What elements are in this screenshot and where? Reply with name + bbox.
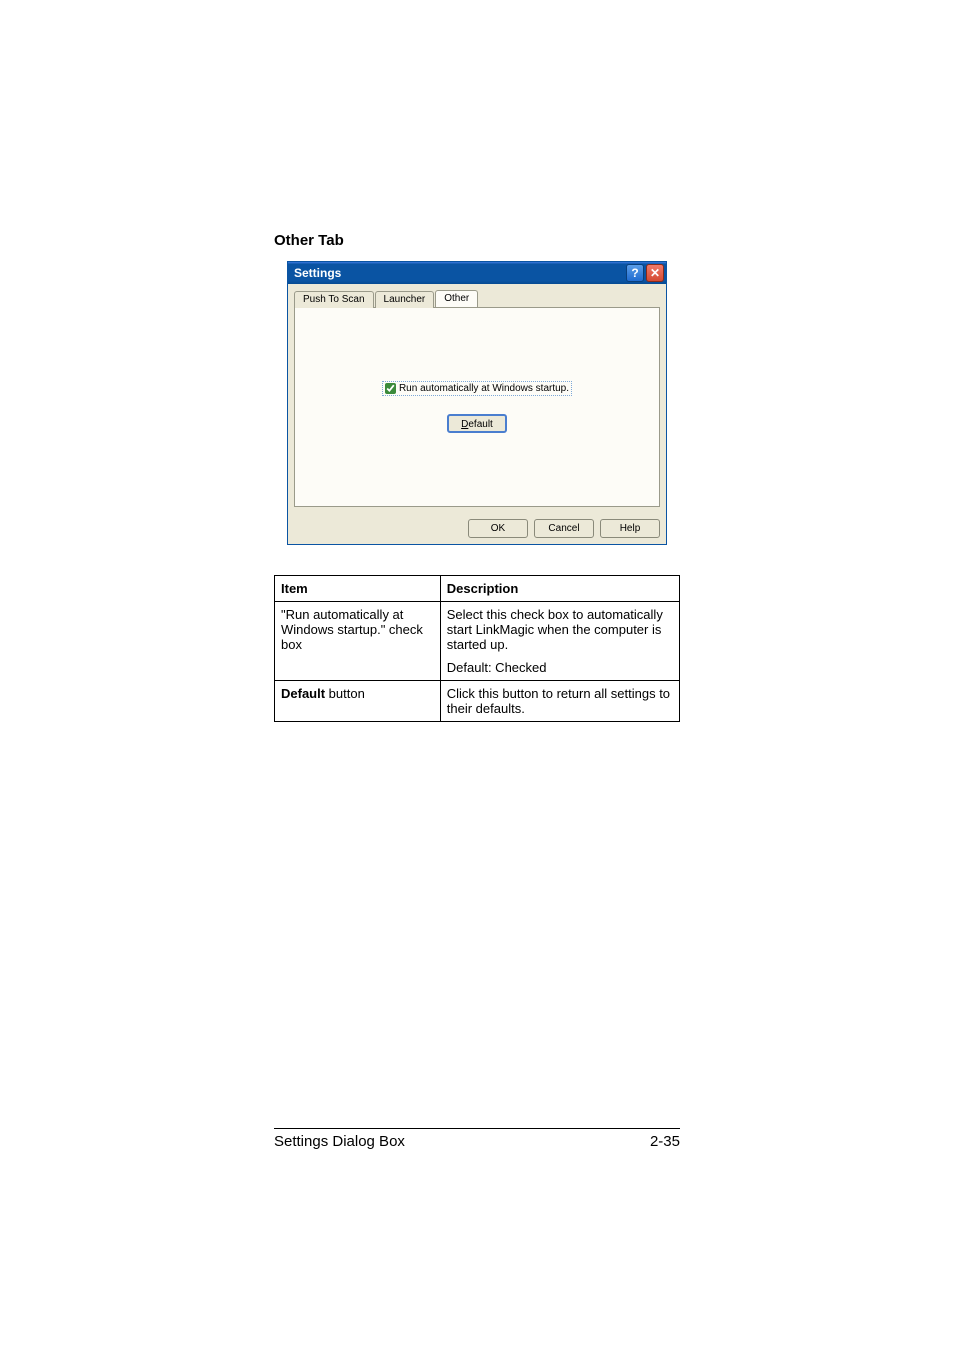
run-at-startup-checkbox[interactable]: Run automatically at Windows startup. [382,381,572,396]
dialog-button-row: OK Cancel Help [288,513,666,544]
footer-left: Settings Dialog Box [274,1133,405,1150]
section-heading: Other Tab [274,232,680,249]
reference-table: Item Description "Run automatically at W… [274,575,680,722]
close-icon[interactable]: ✕ [646,264,664,282]
tab-strip: Push To Scan Launcher Other [288,284,666,307]
row2-desc: Click this button to return all settings… [440,681,679,722]
default-button[interactable]: Default [447,414,507,433]
run-at-startup-input[interactable] [385,383,396,394]
row2-item: Default button [275,681,441,722]
row1-desc: Select this check box to automatically s… [440,602,679,681]
table-row: "Run automatically at Windows startup." … [275,602,680,681]
help-icon[interactable]: ? [626,264,644,282]
tab-body: Run automatically at Windows startup. De… [294,307,660,507]
tab-other[interactable]: Other [435,290,478,307]
settings-dialog-screenshot: Settings ? ✕ Push To Scan Launcher Other… [287,261,667,545]
tab-push-to-scan[interactable]: Push To Scan [294,291,374,308]
ok-button[interactable]: OK [468,519,528,538]
dialog-title: Settings [294,266,341,280]
table-header-item: Item [275,576,441,602]
table-header-description: Description [440,576,679,602]
run-at-startup-label: Run automatically at Windows startup. [399,383,569,394]
cancel-button[interactable]: Cancel [534,519,594,538]
help-button[interactable]: Help [600,519,660,538]
dialog-titlebar: Settings ? ✕ [288,262,666,284]
page-footer: Settings Dialog Box 2-35 [274,1128,680,1150]
tab-launcher[interactable]: Launcher [375,291,435,308]
row1-item: "Run automatically at Windows startup." … [275,602,441,681]
table-row: Default button Click this button to retu… [275,681,680,722]
footer-right: 2-35 [650,1133,680,1150]
